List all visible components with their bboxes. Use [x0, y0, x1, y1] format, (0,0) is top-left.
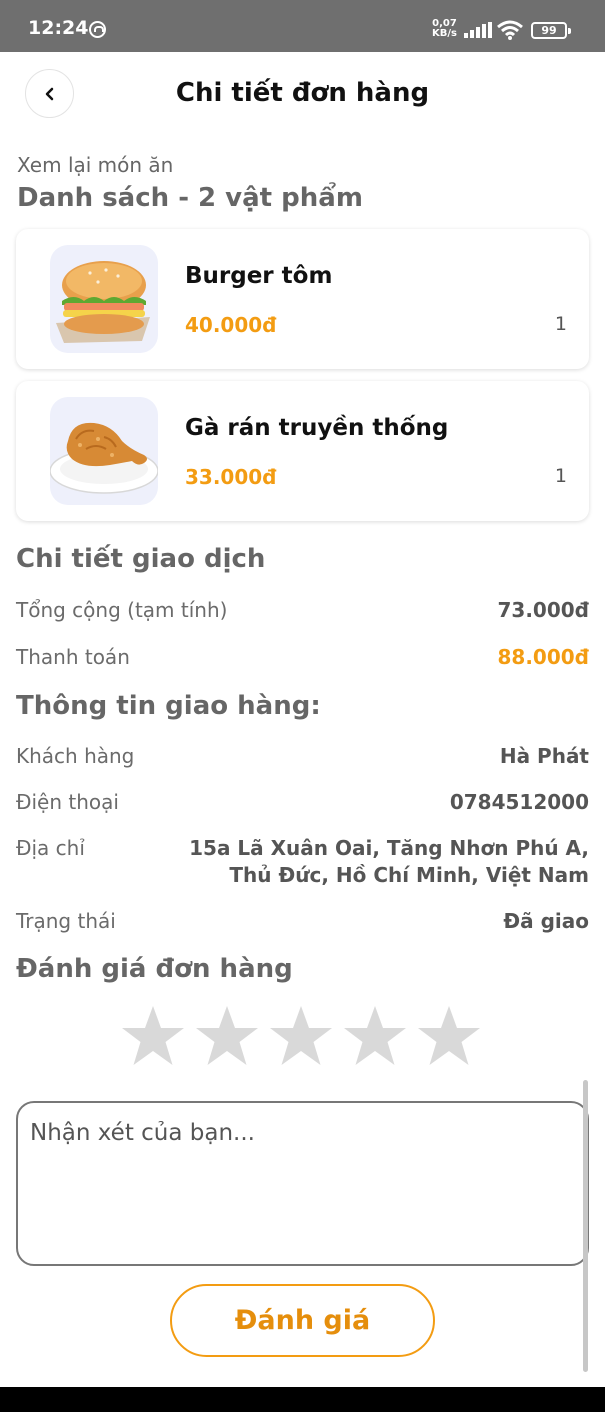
item-name: Burger tôm	[185, 263, 333, 289]
star-icon-2[interactable]	[194, 1004, 260, 1070]
payment-label: Thanh toán	[16, 645, 130, 669]
notification-app-icon	[89, 21, 106, 38]
item-card-burger[interactable]: Burger tôm 40.000đ 1	[16, 229, 589, 369]
fried-chicken-image	[50, 397, 158, 505]
delivery-heading: Thông tin giao hàng:	[16, 691, 321, 721]
subtotal-value: 73.000đ	[497, 598, 590, 622]
network-speed: 0,07 KB/s	[432, 19, 457, 39]
item-price: 40.000đ	[185, 313, 277, 337]
burger-image	[50, 245, 158, 353]
rating-heading: Đánh giá đơn hàng	[16, 954, 293, 984]
star-icon-3[interactable]	[268, 1004, 334, 1070]
address-line-2: Thủ Đức, Hồ Chí Minh, Việt Nam	[229, 863, 589, 887]
system-navigation-bar	[0, 1387, 605, 1412]
star-icon-4[interactable]	[342, 1004, 408, 1070]
wifi-icon	[497, 20, 523, 40]
phone-label: Điện thoại	[16, 790, 119, 814]
battery-icon: 99	[531, 22, 571, 39]
submit-rating-button[interactable]: Đánh giá	[170, 1284, 435, 1357]
status-bar: 12:24 0,07 KB/s 99	[0, 0, 605, 52]
item-quantity: 1	[554, 465, 567, 487]
scrollbar[interactable]	[583, 1080, 588, 1372]
status-time: 12:24	[28, 17, 89, 39]
items-heading: Danh sách - 2 vật phẩm	[17, 183, 363, 213]
subtotal-label: Tổng cộng (tạm tính)	[16, 598, 228, 622]
item-price: 33.000đ	[185, 465, 277, 489]
signal-icon	[464, 22, 492, 38]
address-line-1: 15a Lã Xuân Oai, Tăng Nhơn Phú A,	[189, 836, 589, 860]
payment-value: 88.000đ	[497, 645, 590, 669]
status-label: Trạng thái	[16, 909, 116, 933]
item-name: Gà rán truyền thống	[185, 415, 449, 441]
customer-value: Hà Phát	[499, 744, 589, 768]
item-card-fried-chicken[interactable]: Gà rán truyền thống 33.000đ 1	[16, 381, 589, 521]
customer-label: Khách hàng	[16, 744, 135, 768]
comment-input[interactable]	[16, 1101, 589, 1266]
star-icon-1[interactable]	[120, 1004, 186, 1070]
network-speed-unit: KB/s	[432, 28, 457, 39]
transaction-heading: Chi tiết giao dịch	[16, 544, 266, 574]
star-rating	[120, 1004, 490, 1070]
page-title: Chi tiết đơn hàng	[175, 78, 430, 108]
items-caption: Xem lại món ăn	[17, 153, 174, 177]
address-label: Địa chỉ	[16, 836, 85, 860]
battery-level: 99	[541, 24, 557, 37]
star-icon-5[interactable]	[416, 1004, 482, 1070]
phone-value: 0784512000	[449, 790, 589, 814]
item-quantity: 1	[554, 313, 567, 335]
delivery-status-value: Đã giao	[503, 909, 589, 933]
